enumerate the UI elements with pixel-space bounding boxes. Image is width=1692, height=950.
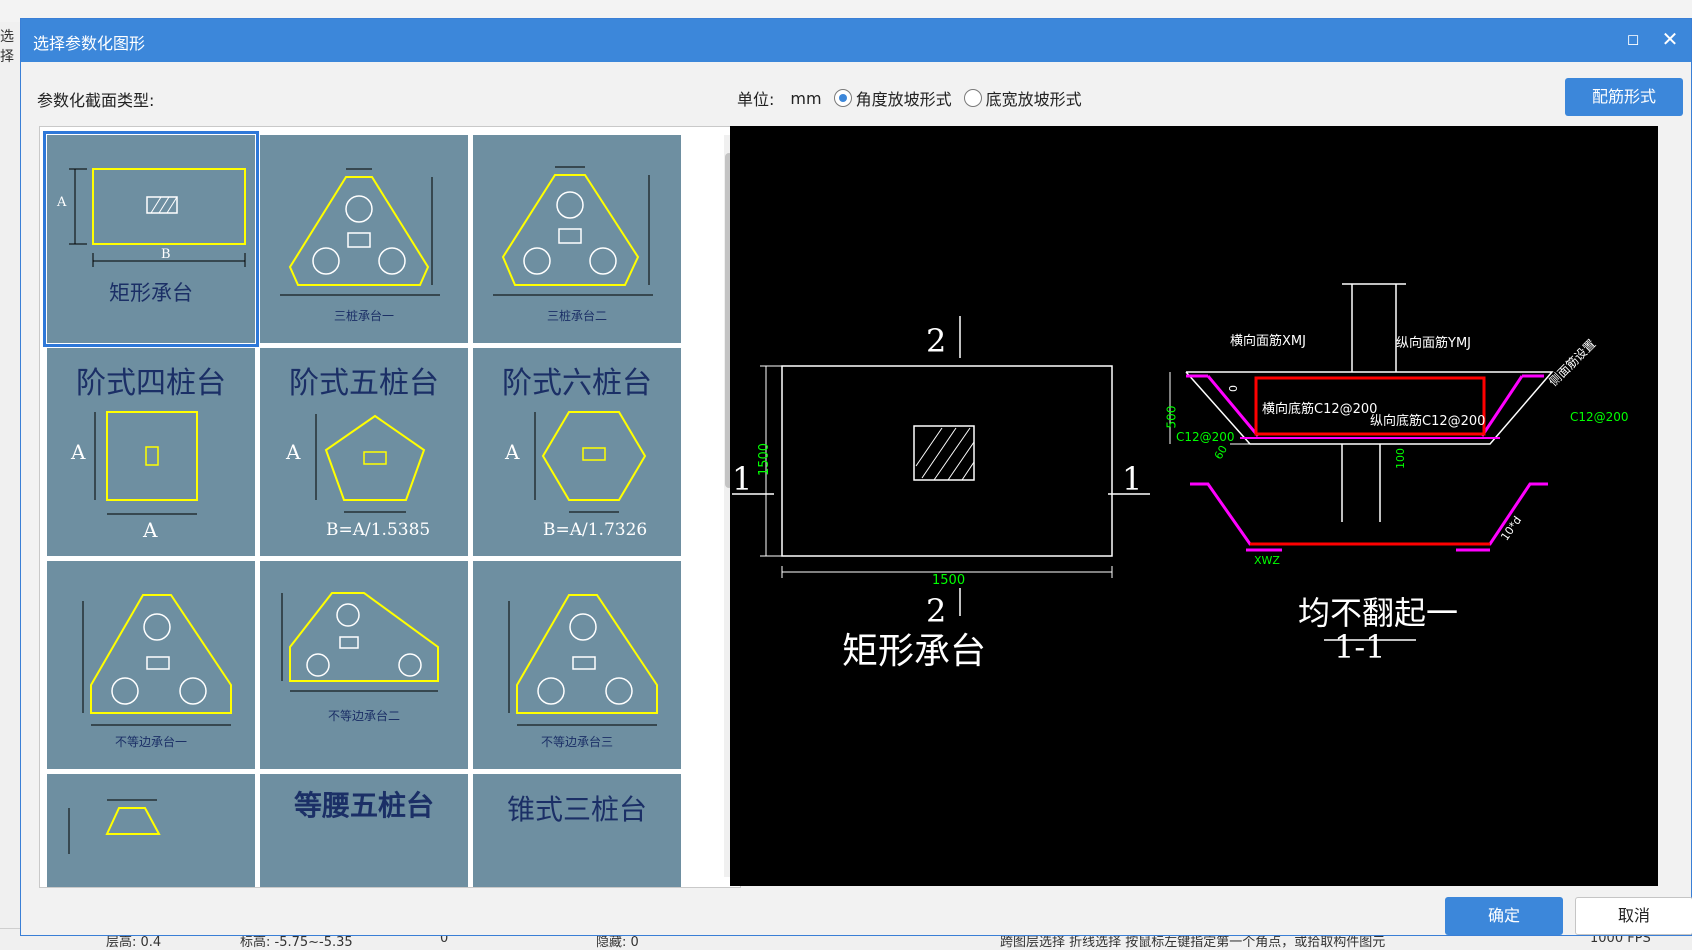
cancel-button[interactable]: 取消 — [1575, 897, 1692, 935]
label-h-top: 横向面筋XMJ — [1230, 334, 1306, 349]
label-left-rebar: C12@200 — [1176, 430, 1235, 444]
radio-angle-slope-label: 角度放坡形式 — [855, 90, 952, 109]
five-pile-dim-a: A — [286, 440, 301, 464]
label-depth: 500 — [1164, 405, 1179, 429]
thumb-caption: 等腰五桩台 — [293, 789, 434, 822]
select-parametric-shape-dialog: 选择参数化图形 ◻ ✕ 参数化截面类型: 单位: mm 角度放坡形式 底宽放坡形… — [20, 18, 1692, 936]
section-mark-right: 1 — [1122, 460, 1143, 498]
four-pile-dim-a-bottom: A — [143, 518, 158, 542]
six-pile-dim-a: A — [505, 440, 520, 464]
background-left-panel: 选择 — [0, 22, 21, 928]
thumb-caption: 三桩承台二 — [546, 309, 607, 323]
label-zero: 0 — [1227, 385, 1240, 392]
radio-unchecked-icon — [963, 89, 982, 107]
label-v-bottom: 纵向底筋C12@200 — [1370, 414, 1486, 429]
background-side-text: 选择 — [0, 29, 14, 65]
section-mark-left: 1 — [732, 460, 753, 498]
ok-button[interactable]: 确定 — [1445, 897, 1563, 935]
cad-drawing — [732, 283, 1554, 641]
radio-bottom-width-slope-label: 底宽放坡形式 — [985, 90, 1082, 109]
unit-row: 单位: mm 角度放坡形式 底宽放坡形式 — [737, 85, 1082, 111]
thumb-caption: 不等边承台二 — [327, 709, 400, 723]
label-h-bottom: 横向底筋C12@200 — [1262, 402, 1378, 417]
thumb-caption: 不等边承台三 — [540, 735, 613, 749]
unequal-cap-2-diagram — [281, 592, 439, 692]
thumb-unequal-cap-3[interactable]: 不等边承台三 — [473, 561, 681, 769]
thumb-stepped-six-pile[interactable]: 阶式六桩台 A B=A/1.7326 — [473, 348, 681, 556]
five-pile-formula: B=A/1.5385 — [326, 520, 431, 540]
thumb-caption: 矩形承台 — [109, 281, 193, 305]
section-mark-top: 2 — [926, 322, 947, 360]
dialog-titlebar[interactable]: 选择参数化图形 ◻ ✕ — [21, 19, 1691, 62]
section-label: 1-1 — [1334, 628, 1386, 666]
thumb-partial-1[interactable] — [47, 774, 255, 887]
plan-shape-name: 矩形承台 — [842, 631, 987, 672]
thumb-isosceles-five-pile[interactable]: 等腰五桩台 — [260, 774, 468, 887]
plan-width-dim: 1500 — [932, 573, 966, 588]
label-xwz: XWZ — [1254, 554, 1280, 567]
rect-dim-b: B — [161, 247, 171, 262]
shape-gallery[interactable]: A B 矩形承台 三桩承台一 三桩承台二 阶式四桩台 A A 阶式五桩台 A B… — [39, 126, 741, 888]
thumb-three-pile-cap-2[interactable]: 三桩承台二 — [473, 135, 681, 343]
label-right-rebar: C12@200 — [1570, 410, 1629, 424]
six-pile-formula: B=A/1.7326 — [543, 520, 648, 540]
unit-value: mm — [790, 88, 822, 108]
radio-checked-icon — [833, 89, 852, 107]
radio-angle-slope[interactable]: 角度放坡形式 — [833, 86, 952, 110]
thumb-caption: 三桩承台一 — [333, 309, 394, 323]
thumb-caption: 不等边承台一 — [114, 735, 187, 749]
thumb-stepped-four-pile[interactable]: 阶式四桩台 A A — [47, 348, 255, 556]
label-cover: 100 — [1394, 448, 1407, 469]
four-pile-dim-a: A — [71, 440, 86, 464]
thumb-caption: 锥式三桩台 — [506, 793, 647, 826]
thumb-cone-three-pile[interactable]: 锥式三桩台 — [473, 774, 681, 887]
thumb-unequal-cap-1[interactable]: 不等边承台一 — [47, 561, 255, 769]
thumb-stepped-five-pile[interactable]: 阶式五桩台 A B=A/1.5385 — [260, 348, 468, 556]
cad-preview: 2 2 1 1 1500 1500 矩形承台 横向面筋XMJ 纵向面筋YMJ 横… — [730, 126, 1658, 886]
partial-1-diagram — [68, 799, 161, 854]
rect-dim-a: A — [57, 195, 67, 210]
unit-label: 单位: — [737, 90, 775, 109]
rebar-form-button[interactable]: 配筋形式 — [1565, 78, 1683, 116]
radio-bottom-width-slope[interactable]: 底宽放坡形式 — [963, 86, 1082, 110]
section-type-label: 参数化截面类型: — [37, 91, 155, 110]
close-icon[interactable]: ✕ — [1659, 27, 1681, 51]
maximize-icon[interactable]: ◻ — [1623, 29, 1643, 49]
thumb-three-pile-cap-1[interactable]: 三桩承台一 — [260, 135, 468, 343]
plan-height-dim: 1500 — [757, 442, 773, 477]
thumb-unequal-cap-2[interactable]: 不等边承台二 — [260, 561, 468, 769]
label-v-top: 纵向面筋YMJ — [1396, 336, 1471, 351]
thumb-rect-cap[interactable]: A B 矩形承台 — [43, 131, 259, 347]
rect-cap-diagram — [69, 168, 246, 267]
dialog-title: 选择参数化图形 — [33, 34, 146, 53]
